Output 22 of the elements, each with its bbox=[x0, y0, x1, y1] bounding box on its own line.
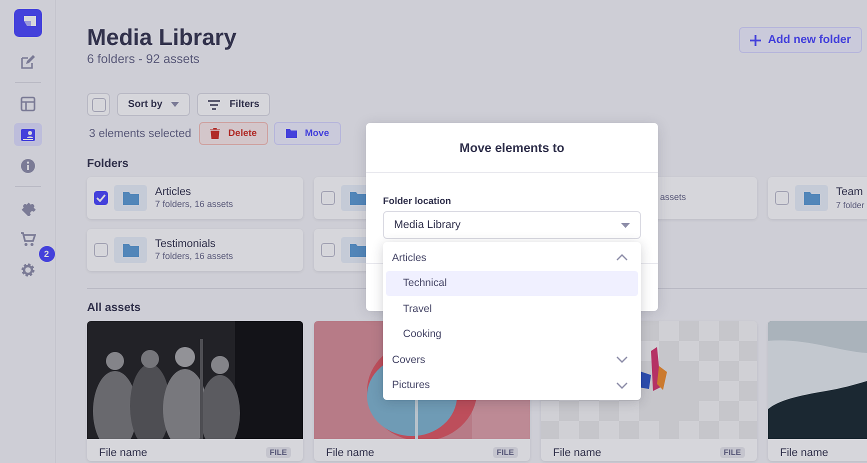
page-title: Media Library bbox=[87, 23, 237, 52]
field-label: Folder location bbox=[383, 196, 452, 207]
file-name: File name bbox=[780, 446, 828, 458]
file-type-tag: FILE bbox=[266, 447, 291, 458]
folder-meta: 7 folder bbox=[836, 200, 864, 210]
section-heading: All assets bbox=[87, 302, 141, 314]
notification-badge: 2 bbox=[38, 246, 54, 262]
file-name: File name bbox=[99, 446, 148, 458]
file-type-tag: FILE bbox=[720, 447, 745, 458]
section-heading: Folders bbox=[87, 158, 129, 170]
folder-meta: assets bbox=[660, 192, 686, 204]
folder-meta: 7 folders, 16 assets bbox=[155, 199, 234, 210]
folder-meta: 7 folders, 16 assets bbox=[155, 251, 234, 262]
file-name: File name bbox=[553, 446, 602, 458]
file-name: File name bbox=[326, 446, 374, 458]
folder-name: Team bbox=[836, 186, 864, 200]
folder-name: Testimonials bbox=[155, 238, 217, 252]
page-subtitle: 6 folders - 92 assets bbox=[87, 52, 201, 66]
selection-count: 3 elements selected bbox=[89, 128, 192, 140]
folder-name: Articles bbox=[155, 186, 192, 200]
file-type-tag: FILE bbox=[492, 447, 518, 458]
dialog-title: Move elements to bbox=[366, 123, 658, 173]
